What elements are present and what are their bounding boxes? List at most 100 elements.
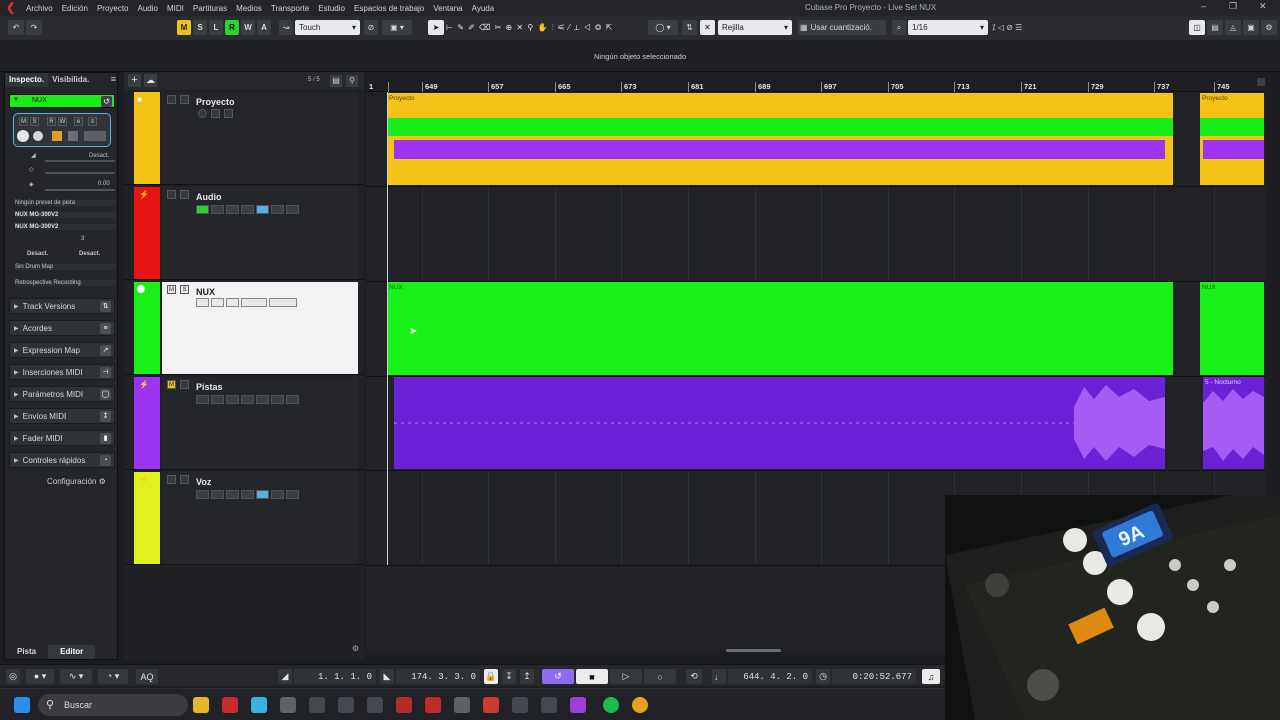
bank-select[interactable]: Desact. (27, 251, 48, 257)
auto-quantize-select[interactable]: ◔ ▾ (98, 669, 128, 684)
midi-output[interactable]: NUX MG-300V2 (15, 224, 115, 230)
clock-icon[interactable]: ◷ (816, 669, 830, 684)
listen-button[interactable]: L (209, 20, 223, 35)
lower-zone-icon[interactable]: ▤ (1207, 20, 1223, 35)
app-icon[interactable] (425, 697, 441, 713)
pointer-tool-icon[interactable]: ➤ (428, 20, 444, 35)
constrain-icon[interactable]: ⊘ (364, 20, 378, 35)
solo-toggle[interactable]: S (30, 117, 39, 126)
track-name[interactable]: NUX (196, 287, 215, 297)
track-pistas[interactable]: ⚡ M Pistas (124, 376, 397, 470)
write-button[interactable]: W (241, 20, 255, 35)
track-preset[interactable]: Ningún preset de pista (15, 200, 115, 206)
maximize-icon[interactable]: ❐ (1229, 1, 1237, 12)
quantize-value-select[interactable]: 1/16 ▾ (908, 20, 988, 35)
app-icon[interactable] (280, 697, 296, 713)
midi-part-nux[interactable]: NUX (1200, 282, 1264, 375)
section-track-versions[interactable]: ▶ Track Versions ⇅ (9, 298, 115, 314)
track-settings-icon[interactable]: ⚙ (352, 644, 359, 653)
track-filter-icon[interactable]: ▤ (330, 75, 342, 87)
midi-channel[interactable]: 3 (81, 236, 84, 242)
punch-in-icon[interactable]: ↧ (502, 669, 516, 684)
mute-toggle[interactable] (167, 475, 176, 484)
menu-icon[interactable]: ≡ (111, 74, 116, 84)
app-icon[interactable] (541, 697, 557, 713)
folder-part[interactable]: Proyecto (1200, 93, 1264, 185)
solo-toggle[interactable] (180, 190, 189, 199)
follow-icon[interactable]: ⟲ (686, 669, 702, 684)
menu-ayuda[interactable]: Ayuda (472, 4, 495, 13)
app-icon[interactable] (309, 697, 325, 713)
read-button[interactable]: R (225, 20, 239, 35)
menu-midi[interactable]: MIDI (167, 4, 184, 13)
lock-icon[interactable] (224, 109, 233, 118)
lock-icon[interactable]: 🔒 (484, 669, 498, 684)
cycle-button[interactable]: ↺ (542, 669, 574, 684)
midi-part-nux[interactable]: NUX ➤ (387, 282, 1173, 375)
tab-inspector[interactable]: Inspecto. (5, 73, 49, 87)
solo-toggle[interactable] (180, 475, 189, 484)
track-name[interactable]: Audio (196, 192, 222, 202)
mute-button[interactable]: M (177, 20, 191, 35)
position-bars-display[interactable]: 644. 4. 2. 0 (728, 669, 812, 684)
cubase-app-icon[interactable] (222, 697, 238, 713)
section-midi-params[interactable]: ▶ Parámetros MIDI ◯ (9, 386, 115, 402)
menu-espacios[interactable]: Espacios de trabajo (354, 4, 424, 13)
configuration-link[interactable]: Configuración ⚙ (47, 477, 106, 486)
track-nux[interactable]: M S NUX (124, 281, 397, 375)
track-buttons[interactable] (196, 205, 299, 214)
record-icon[interactable] (198, 109, 207, 118)
track-name[interactable]: Pistas (196, 382, 223, 392)
close-icon[interactable]: ✕ (1259, 1, 1267, 12)
left-locator-display[interactable]: 1. 1. 1. 0 (294, 669, 376, 684)
menu-transporte[interactable]: Transporte (271, 4, 309, 13)
retrospective-recording[interactable]: Retrospective Recording (15, 280, 115, 286)
track-buttons[interactable] (196, 395, 299, 404)
tool-palette[interactable]: ⊢ ✎ ✐ ⌫ ✂ ⊕ ✕ ⚲ ✋ ⫶ ⚟ ⁄ ⟂ ◁ ◎ ⇱ (446, 20, 676, 35)
position-time-display[interactable]: 0:20:52.677 (832, 669, 916, 684)
stop-button[interactable]: ■ (576, 669, 608, 684)
timebase-icon[interactable] (68, 131, 78, 141)
freeze-toggle[interactable]: ≡ (88, 117, 97, 126)
mute-toggle[interactable]: M (167, 285, 176, 294)
snap-icon[interactable]: ✕ (700, 20, 715, 35)
minimize-icon[interactable]: – (1201, 1, 1206, 11)
right-locator-display[interactable]: 174. 3. 3. 0 (396, 669, 480, 684)
section-midi-sends[interactable]: ▶ Envíos MIDI ↧ (9, 408, 115, 424)
edit-toggle[interactable]: e (74, 117, 83, 126)
snap-type-select[interactable]: Rejilla ▾ (718, 20, 792, 35)
write-toggle[interactable]: W (58, 117, 67, 126)
punch-out-icon[interactable]: ↥ (520, 669, 534, 684)
program-select[interactable]: Desact. (79, 251, 100, 257)
solo-toggle[interactable] (180, 380, 189, 389)
tab-editor[interactable]: Editor (48, 645, 96, 659)
lock-icon[interactable] (52, 131, 62, 141)
section-expression-map[interactable]: ▶ Expression Map ↗ (9, 342, 115, 358)
transpose-slider[interactable] (45, 172, 115, 174)
quantize-icon[interactable]: ⌕ (892, 20, 906, 35)
monitor-icon[interactable] (211, 109, 220, 118)
left-locator-icon[interactable]: ◢ (278, 669, 292, 684)
monitor-icon[interactable] (33, 131, 43, 141)
pan-slider[interactable] (45, 189, 115, 191)
section-midi-fader[interactable]: ▶ Fader MIDI ▮ (9, 430, 115, 446)
midi-input[interactable]: NUX MG-300V2 (15, 212, 115, 218)
app-icon[interactable] (396, 697, 412, 713)
right-locator-icon[interactable]: ◣ (380, 669, 394, 684)
track-audio[interactable]: ⚡ Audio (124, 186, 397, 280)
menu-archivo[interactable]: Archivo (26, 4, 53, 13)
aq-button[interactable]: AQ (136, 669, 158, 684)
menu-edicion[interactable]: Edición (62, 4, 88, 13)
app-icon[interactable] (483, 697, 499, 713)
snap-toggle-icon[interactable]: ⇅ (682, 20, 697, 35)
settings-gear-icon[interactable]: ⚙ (1261, 20, 1277, 35)
play-button[interactable]: ▷ (610, 669, 642, 684)
track-proyecto[interactable]: ■ Proyecto (124, 91, 397, 185)
quantize-tools[interactable]: ⁒ ◁ ⊘ ☰ (992, 20, 1058, 35)
menu-partituras[interactable]: Partituras (193, 4, 227, 13)
track-name[interactable]: Proyecto (196, 97, 235, 107)
app-icon[interactable] (570, 697, 586, 713)
volume-slider[interactable] (45, 160, 115, 162)
app-icon[interactable] (512, 697, 528, 713)
section-acordes[interactable]: ▶ Acordes ≡ (9, 320, 115, 336)
